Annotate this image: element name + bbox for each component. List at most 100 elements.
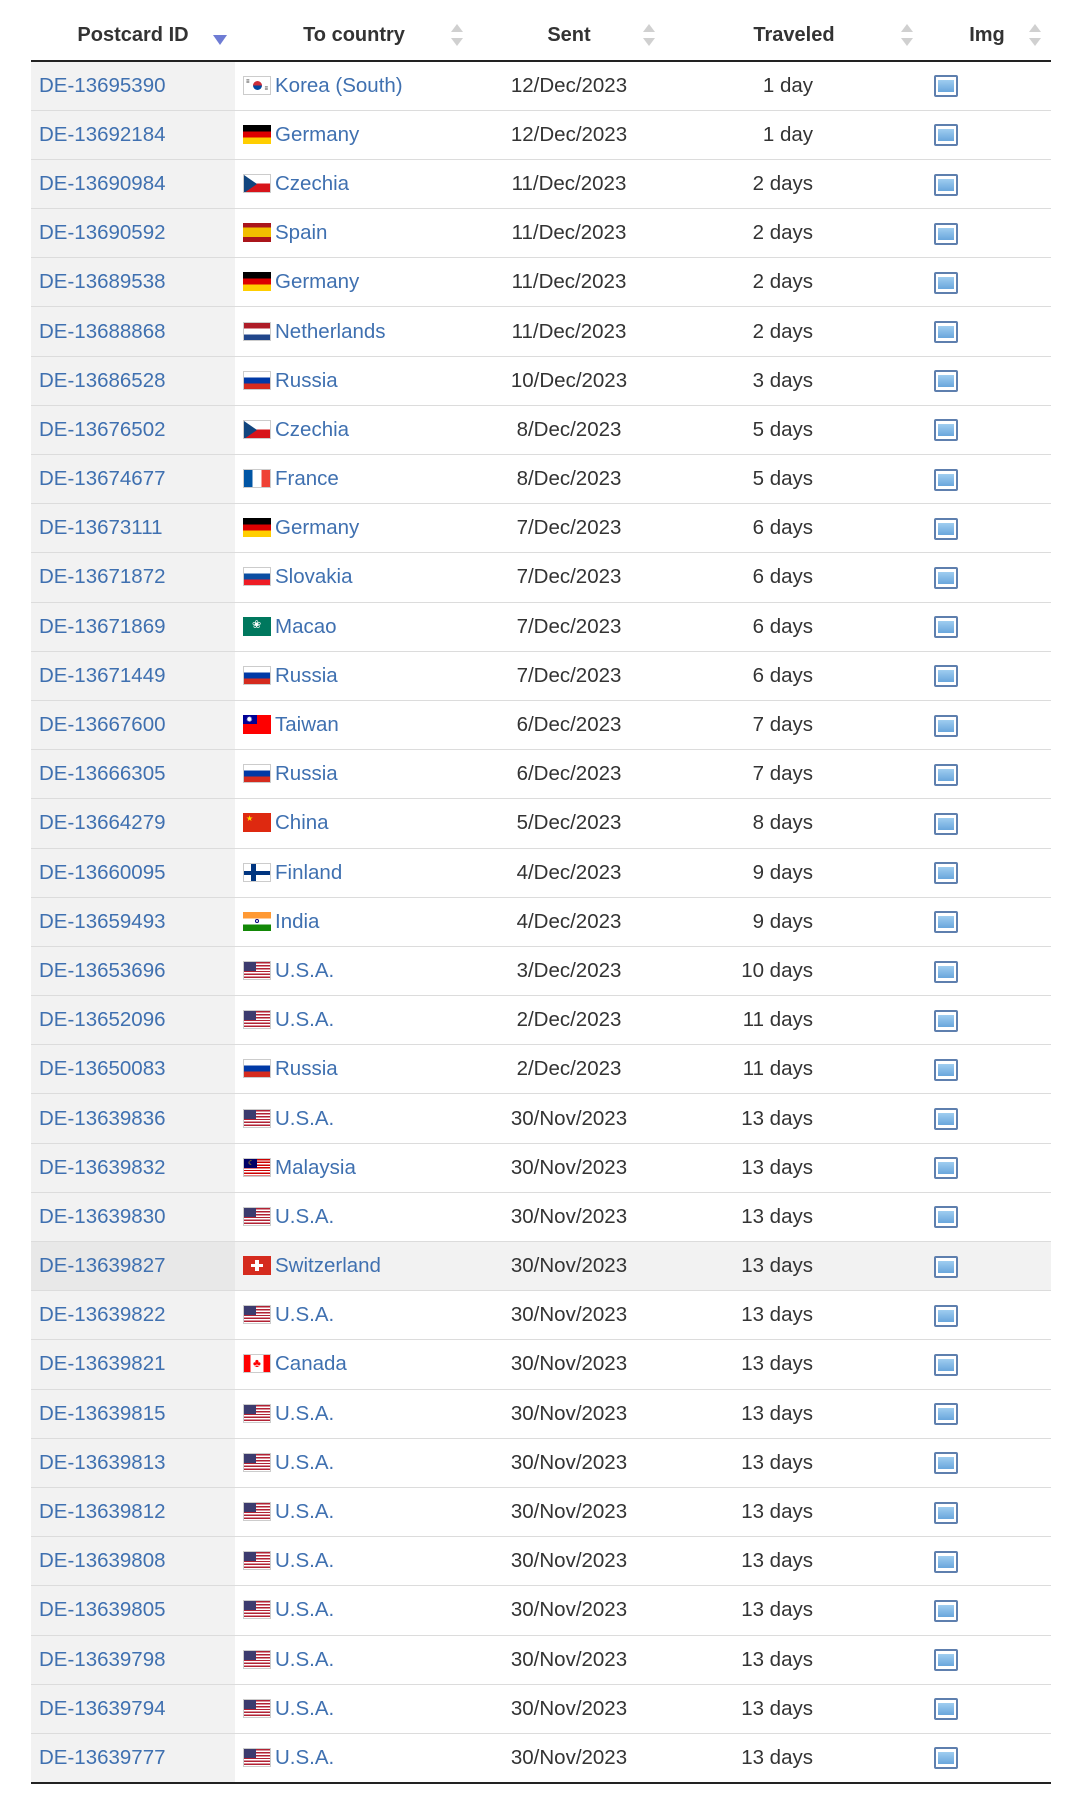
- image-icon[interactable]: [934, 1403, 958, 1426]
- postcard-id-link[interactable]: DE-13690984: [39, 172, 166, 195]
- postcard-id-link[interactable]: DE-13639808: [39, 1549, 166, 1572]
- country-link[interactable]: U.S.A.: [275, 1303, 334, 1326]
- image-icon[interactable]: [934, 271, 958, 294]
- column-header-sent[interactable]: Sent: [473, 10, 665, 62]
- image-icon[interactable]: [934, 124, 958, 147]
- postcard-id-link[interactable]: DE-13639830: [39, 1205, 166, 1228]
- country-link[interactable]: Czechia: [275, 418, 349, 441]
- postcard-id-link[interactable]: DE-13639798: [39, 1648, 166, 1671]
- country-link[interactable]: India: [275, 910, 319, 933]
- country-link[interactable]: Russia: [275, 369, 338, 392]
- postcard-id-link[interactable]: DE-13659493: [39, 910, 166, 933]
- country-link[interactable]: Slovakia: [275, 565, 353, 588]
- image-icon[interactable]: [934, 1599, 958, 1622]
- image-icon[interactable]: [934, 960, 958, 983]
- postcard-id-link[interactable]: DE-13639777: [39, 1746, 166, 1769]
- column-header-to-country[interactable]: To country: [235, 10, 473, 62]
- image-icon[interactable]: [934, 468, 958, 491]
- country-link[interactable]: China: [275, 811, 329, 834]
- image-icon[interactable]: [934, 665, 958, 688]
- postcard-id-link[interactable]: DE-13660095: [39, 861, 166, 884]
- image-icon[interactable]: [934, 714, 958, 737]
- country-link[interactable]: Czechia: [275, 172, 349, 195]
- country-link[interactable]: Netherlands: [275, 320, 386, 343]
- postcard-id-link[interactable]: DE-13671872: [39, 565, 166, 588]
- country-link[interactable]: Russia: [275, 762, 338, 785]
- postcard-id-link[interactable]: DE-13639812: [39, 1500, 166, 1523]
- postcard-id-link[interactable]: DE-13674677: [39, 467, 166, 490]
- image-icon[interactable]: [934, 567, 958, 590]
- image-icon[interactable]: [934, 173, 958, 196]
- image-icon[interactable]: [934, 1354, 958, 1377]
- postcard-id-link[interactable]: DE-13667600: [39, 713, 166, 736]
- postcard-id-link[interactable]: DE-13639821: [39, 1352, 166, 1375]
- image-icon[interactable]: [934, 616, 958, 639]
- image-icon[interactable]: [934, 862, 958, 885]
- country-link[interactable]: U.S.A.: [275, 1107, 334, 1130]
- country-link[interactable]: France: [275, 467, 339, 490]
- image-icon[interactable]: [934, 1501, 958, 1524]
- image-icon[interactable]: [934, 419, 958, 442]
- postcard-id-link[interactable]: DE-13639815: [39, 1402, 166, 1425]
- image-icon[interactable]: [934, 812, 958, 835]
- postcard-id-link[interactable]: DE-13639794: [39, 1697, 166, 1720]
- column-header-img[interactable]: Img: [923, 10, 1051, 62]
- image-icon[interactable]: [934, 1255, 958, 1278]
- image-icon[interactable]: [934, 222, 958, 245]
- image-icon[interactable]: [934, 911, 958, 934]
- postcard-id-link[interactable]: DE-13652096: [39, 1008, 166, 1031]
- postcard-id-link[interactable]: DE-13692184: [39, 123, 166, 146]
- country-link[interactable]: Korea (South): [275, 74, 403, 97]
- image-icon[interactable]: [934, 1304, 958, 1327]
- postcard-id-link[interactable]: DE-13653696: [39, 959, 166, 982]
- country-link[interactable]: Spain: [275, 221, 327, 244]
- country-link[interactable]: U.S.A.: [275, 1598, 334, 1621]
- country-link[interactable]: U.S.A.: [275, 1500, 334, 1523]
- country-link[interactable]: U.S.A.: [275, 1008, 334, 1031]
- postcard-id-link[interactable]: DE-13639813: [39, 1451, 166, 1474]
- postcard-id-link[interactable]: DE-13673111: [39, 516, 162, 539]
- postcard-id-link[interactable]: DE-13688868: [39, 320, 166, 343]
- postcard-id-link[interactable]: DE-13639822: [39, 1303, 166, 1326]
- country-link[interactable]: Malaysia: [275, 1156, 356, 1179]
- country-link[interactable]: Russia: [275, 1057, 338, 1080]
- country-link[interactable]: U.S.A.: [275, 1451, 334, 1474]
- postcard-id-link[interactable]: DE-13671449: [39, 664, 166, 687]
- country-link[interactable]: U.S.A.: [275, 1549, 334, 1572]
- image-icon[interactable]: [934, 1206, 958, 1229]
- postcard-id-link[interactable]: DE-13676502: [39, 418, 166, 441]
- country-link[interactable]: Macao: [275, 615, 337, 638]
- image-icon[interactable]: [934, 1747, 958, 1770]
- postcard-id-link[interactable]: DE-13639836: [39, 1107, 166, 1130]
- image-icon[interactable]: [934, 763, 958, 786]
- image-icon[interactable]: [934, 370, 958, 393]
- postcard-id-link[interactable]: DE-13689538: [39, 270, 166, 293]
- postcard-id-link[interactable]: DE-13664279: [39, 811, 166, 834]
- image-icon[interactable]: [934, 517, 958, 540]
- image-icon[interactable]: [934, 1157, 958, 1180]
- country-link[interactable]: U.S.A.: [275, 1402, 334, 1425]
- image-icon[interactable]: [934, 1058, 958, 1081]
- postcard-id-link[interactable]: DE-13686528: [39, 369, 166, 392]
- postcard-id-link[interactable]: DE-13639832: [39, 1156, 166, 1179]
- postcard-id-link[interactable]: DE-13666305: [39, 762, 166, 785]
- image-icon[interactable]: [934, 1009, 958, 1032]
- postcard-id-link[interactable]: DE-13639805: [39, 1598, 166, 1621]
- postcard-id-link[interactable]: DE-13690592: [39, 221, 166, 244]
- column-header-postcard-id[interactable]: Postcard ID: [31, 10, 235, 62]
- country-link[interactable]: Finland: [275, 861, 342, 884]
- country-link[interactable]: U.S.A.: [275, 959, 334, 982]
- country-link[interactable]: Switzerland: [275, 1254, 381, 1277]
- column-header-traveled[interactable]: Traveled: [665, 10, 923, 62]
- country-link[interactable]: Taiwan: [275, 713, 339, 736]
- image-icon[interactable]: [934, 1698, 958, 1721]
- postcard-id-link[interactable]: DE-13650083: [39, 1057, 166, 1080]
- country-link[interactable]: Germany: [275, 516, 359, 539]
- image-icon[interactable]: [934, 1649, 958, 1672]
- image-icon[interactable]: [934, 1452, 958, 1475]
- country-link[interactable]: Germany: [275, 270, 359, 293]
- country-link[interactable]: U.S.A.: [275, 1697, 334, 1720]
- country-link[interactable]: U.S.A.: [275, 1205, 334, 1228]
- country-link[interactable]: Germany: [275, 123, 359, 146]
- country-link[interactable]: Russia: [275, 664, 338, 687]
